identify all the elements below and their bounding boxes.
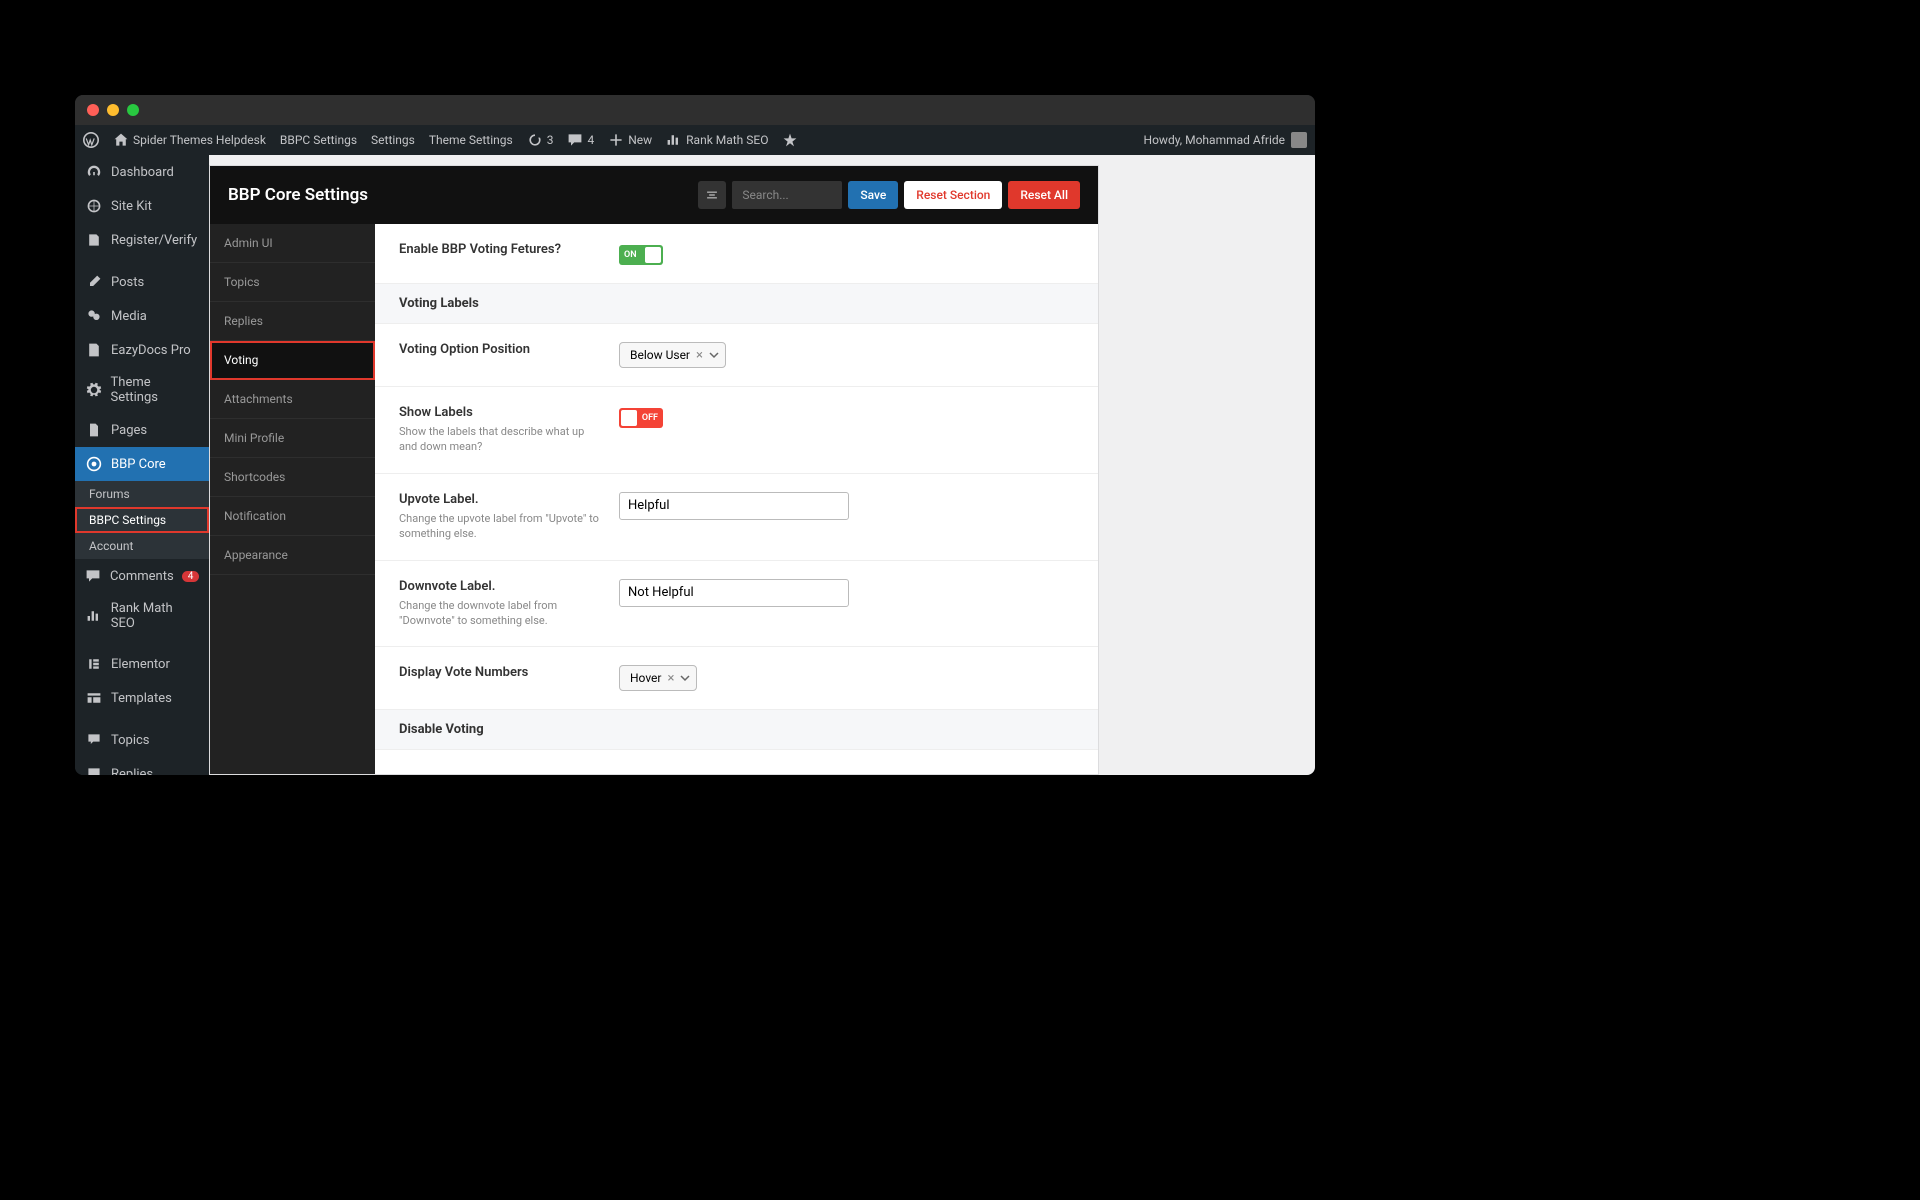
- page-title: BBP Core Settings: [228, 185, 368, 205]
- show-labels-label: Show Labels: [399, 405, 599, 420]
- adminbar-theme-settings[interactable]: Theme Settings: [429, 133, 513, 147]
- tab-mini-profile[interactable]: Mini Profile: [210, 419, 375, 458]
- nav-register[interactable]: Register/Verify: [75, 223, 209, 257]
- window-close-dot[interactable]: [87, 104, 99, 116]
- display-vote-numbers-select[interactable]: Hover ×: [619, 665, 697, 691]
- adminbar-rankmath[interactable]: Rank Math SEO: [666, 132, 768, 148]
- wp-logo[interactable]: [83, 132, 99, 148]
- tab-topics[interactable]: Topics: [210, 263, 375, 302]
- settings-panel: Enable BBP Voting Fetures? ON Voting Lab…: [375, 224, 1098, 774]
- tab-notification[interactable]: Notification: [210, 497, 375, 536]
- clear-icon[interactable]: ×: [667, 671, 674, 686]
- upvote-label-desc: Change the upvote label from "Upvote" to…: [399, 511, 599, 542]
- adminbar-comments[interactable]: 4: [567, 132, 594, 148]
- tab-voting[interactable]: Voting: [210, 341, 375, 380]
- settings-tabs: Admin UI Topics Replies Voting Attachmen…: [210, 224, 375, 774]
- nav-pages[interactable]: Pages: [75, 413, 209, 447]
- nav-rankmath[interactable]: Rank Math SEO: [75, 593, 209, 639]
- reset-section-button[interactable]: Reset Section: [904, 181, 1002, 209]
- voting-position-select[interactable]: Below User ×: [619, 342, 726, 368]
- tab-admin-ui[interactable]: Admin UI: [210, 224, 375, 263]
- nav-bbpcore-settings[interactable]: BBPC Settings: [75, 507, 209, 533]
- nav-templates[interactable]: Templates: [75, 681, 209, 715]
- chevron-down-icon: [680, 673, 690, 683]
- window-zoom-dot[interactable]: [127, 104, 139, 116]
- search-input[interactable]: [732, 181, 842, 209]
- settings-header: BBP Core Settings Save Reset Section Res…: [210, 166, 1098, 224]
- nav-replies[interactable]: Replies: [75, 757, 209, 775]
- nav-eazydocs[interactable]: EazyDocs Pro: [75, 333, 209, 367]
- nav-posts[interactable]: Posts: [75, 265, 209, 299]
- app-window: Spider Themes Helpdesk BBPC Settings Set…: [75, 95, 1315, 775]
- adminbar-account[interactable]: Howdy, Mohammad Afride: [1144, 132, 1307, 148]
- nav-topics[interactable]: Topics: [75, 723, 209, 757]
- nav-comments[interactable]: Comments4: [75, 559, 209, 593]
- tab-shortcodes[interactable]: Shortcodes: [210, 458, 375, 497]
- downvote-label-label: Downvote Label.: [399, 579, 599, 594]
- nav-media[interactable]: Media: [75, 299, 209, 333]
- adminbar-settings[interactable]: Settings: [371, 133, 415, 147]
- chevron-down-icon: [709, 350, 719, 360]
- nav-bbpcore-forums[interactable]: Forums: [75, 481, 209, 507]
- downvote-label-desc: Change the downvote label from "Downvote…: [399, 598, 599, 629]
- upvote-label-label: Upvote Label.: [399, 492, 599, 507]
- voting-position-label: Voting Option Position: [399, 342, 599, 357]
- nav-bbpcore-account[interactable]: Account: [75, 533, 209, 559]
- show-labels-toggle[interactable]: OFF: [619, 408, 663, 428]
- expand-icon-button[interactable]: [698, 181, 726, 209]
- titlebar: [75, 95, 1315, 125]
- section-disable-voting: Disable Voting: [375, 710, 1098, 750]
- save-button[interactable]: Save: [848, 181, 898, 209]
- site-name[interactable]: Spider Themes Helpdesk: [113, 132, 266, 148]
- reset-all-button[interactable]: Reset All: [1008, 181, 1080, 209]
- enable-voting-label: Enable BBP Voting Fetures?: [399, 242, 599, 257]
- comments-count-badge: 4: [182, 571, 199, 582]
- show-labels-desc: Show the labels that describe what up an…: [399, 424, 599, 455]
- content-area: BBP Core Settings Save Reset Section Res…: [209, 155, 1315, 775]
- wp-admin-bar: Spider Themes Helpdesk BBPC Settings Set…: [75, 125, 1315, 155]
- enable-voting-toggle[interactable]: ON: [619, 245, 663, 265]
- adminbar-updates[interactable]: 3: [527, 132, 554, 148]
- tab-attachments[interactable]: Attachments: [210, 380, 375, 419]
- adminbar-new[interactable]: New: [608, 132, 652, 148]
- tab-replies[interactable]: Replies: [210, 302, 375, 341]
- clear-icon[interactable]: ×: [696, 348, 703, 363]
- section-voting-labels: Voting Labels: [375, 284, 1098, 324]
- downvote-label-input[interactable]: [619, 579, 849, 607]
- display-vote-numbers-label: Display Vote Numbers: [399, 665, 599, 680]
- nav-elementor[interactable]: Elementor: [75, 647, 209, 681]
- nav-bbpcore[interactable]: BBP Core: [75, 447, 209, 481]
- nav-theme-settings[interactable]: Theme Settings: [75, 367, 209, 413]
- admin-menu: Dashboard Site Kit Register/Verify Posts…: [75, 155, 209, 775]
- adminbar-extra-icon[interactable]: [782, 132, 798, 148]
- avatar: [1291, 132, 1307, 148]
- nav-dashboard[interactable]: Dashboard: [75, 155, 209, 189]
- upvote-label-input[interactable]: [619, 492, 849, 520]
- tab-appearance[interactable]: Appearance: [210, 536, 375, 575]
- nav-sitekit[interactable]: Site Kit: [75, 189, 209, 223]
- adminbar-bbpc-settings[interactable]: BBPC Settings: [280, 133, 357, 147]
- window-minimize-dot[interactable]: [107, 104, 119, 116]
